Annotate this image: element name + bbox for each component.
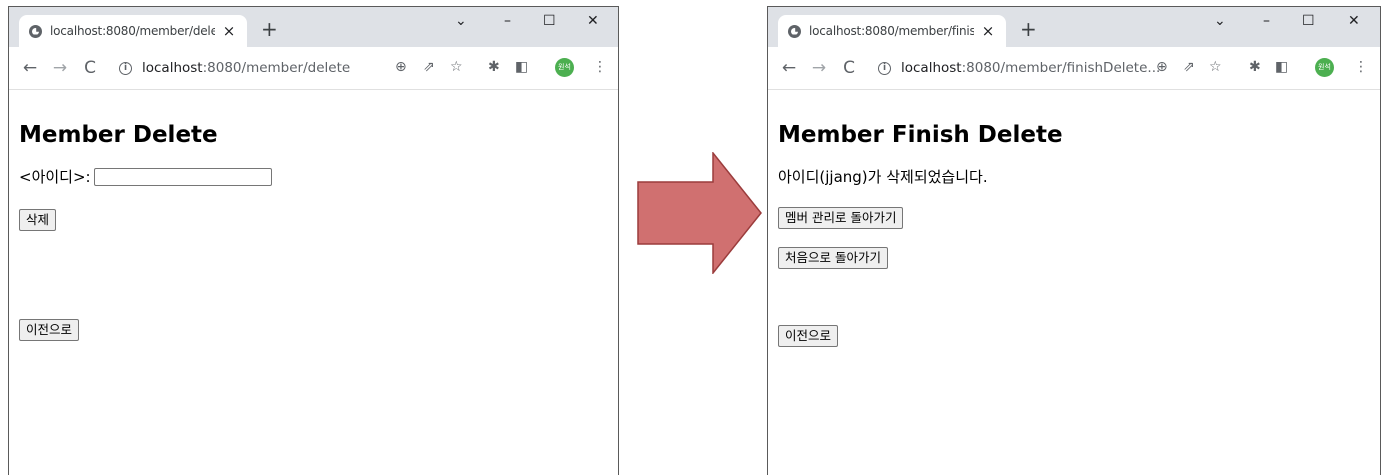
globe-icon [29, 24, 42, 38]
page-title: Member Finish Delete [778, 122, 1063, 148]
zoom-icon[interactable]: ⊕ [395, 59, 407, 75]
browser-tab[interactable]: localhost:8080/member/delete × [19, 15, 247, 47]
back-page-button[interactable]: 이전으로 [778, 325, 839, 347]
forward-button[interactable]: → [51, 58, 69, 78]
delete-message: 아이디(jjang)가 삭제되었습니다. [778, 168, 988, 186]
address-bar[interactable]: localhost:8080/member/delete [142, 60, 350, 76]
page-title: Member Delete [19, 122, 218, 148]
info-icon[interactable]: i [119, 61, 132, 75]
extensions-icon[interactable]: ✱ [1249, 59, 1261, 75]
maximize-button[interactable]: ☐ [543, 11, 556, 31]
tab-search-icon[interactable]: ⌄ [1214, 11, 1226, 31]
close-tab-icon[interactable]: × [221, 22, 237, 40]
back-button[interactable]: ← [21, 58, 39, 78]
profile-avatar[interactable]: 원석 [1315, 58, 1334, 77]
page-content: Member Delete <아이디>: 삭제 이전으로 [9, 120, 618, 341]
id-input[interactable] [93, 167, 272, 186]
home-button[interactable]: 처음으로 돌아가기 [778, 247, 888, 269]
tab-strip: localhost:8080/member/finishD × + ⌄ – ☐ … [768, 7, 1380, 47]
browser-window-left: localhost:8080/member/delete × + ⌄ – ☐ ✕… [8, 6, 619, 475]
tab-strip: localhost:8080/member/delete × + ⌄ – ☐ ✕ [9, 7, 618, 47]
close-window-button[interactable]: ✕ [1348, 11, 1360, 31]
forward-button[interactable]: → [810, 58, 828, 78]
minimize-button[interactable]: – [1263, 11, 1270, 31]
transition-arrow [637, 152, 762, 274]
new-tab-button[interactable]: + [261, 19, 278, 39]
url-host: localhost [901, 60, 962, 76]
delete-button[interactable]: 삭제 [19, 209, 57, 231]
close-window-button[interactable]: ✕ [587, 11, 599, 31]
share-icon[interactable]: ⇗ [423, 59, 435, 75]
address-bar[interactable]: localhost:8080/member/finishDelete... [901, 60, 1160, 76]
close-tab-icon[interactable]: × [980, 22, 996, 40]
info-icon[interactable]: i [878, 61, 891, 75]
star-icon[interactable]: ☆ [450, 59, 463, 75]
profile-avatar[interactable]: 원석 [555, 58, 574, 77]
back-button[interactable]: ← [780, 58, 798, 78]
star-icon[interactable]: ☆ [1209, 59, 1222, 75]
browser-toolbar: ← → C i localhost:8080/member/finishDele… [768, 47, 1380, 90]
tab-title: localhost:8080/member/finishD [809, 24, 974, 38]
back-page-button[interactable]: 이전으로 [19, 319, 80, 341]
browser-tab[interactable]: localhost:8080/member/finishD × [778, 15, 1006, 47]
browser-toolbar: ← → C i localhost:8080/member/delete ⊕ ⇗… [9, 47, 618, 90]
member-admin-button[interactable]: 멤버 관리로 돌아가기 [778, 207, 904, 229]
url-host: localhost [142, 60, 203, 76]
reload-button[interactable]: C [81, 58, 99, 78]
reload-button[interactable]: C [840, 58, 858, 78]
id-row: <아이디>: [19, 166, 608, 187]
globe-icon [788, 24, 801, 38]
share-icon[interactable]: ⇗ [1183, 59, 1195, 75]
new-tab-button[interactable]: + [1020, 19, 1037, 39]
url-path: :8080/member/delete [202, 60, 351, 76]
minimize-button[interactable]: – [504, 11, 511, 31]
sidepanel-icon[interactable]: ◧ [515, 59, 528, 75]
url-path: :8080/member/finishDelete... [961, 60, 1161, 76]
sidepanel-icon[interactable]: ◧ [1275, 59, 1288, 75]
menu-icon[interactable]: ⋮ [1354, 59, 1368, 75]
tab-title: localhost:8080/member/delete [50, 24, 215, 38]
page-content: Member Finish Delete 아이디(jjang)가 삭제되었습니다… [768, 120, 1380, 347]
id-label: <아이디>: [19, 168, 91, 186]
maximize-button[interactable]: ☐ [1302, 11, 1315, 31]
extensions-icon[interactable]: ✱ [488, 59, 500, 75]
tab-search-icon[interactable]: ⌄ [455, 11, 467, 31]
menu-icon[interactable]: ⋮ [593, 59, 607, 75]
browser-window-right: localhost:8080/member/finishD × + ⌄ – ☐ … [767, 6, 1381, 475]
zoom-icon[interactable]: ⊕ [1156, 59, 1168, 75]
